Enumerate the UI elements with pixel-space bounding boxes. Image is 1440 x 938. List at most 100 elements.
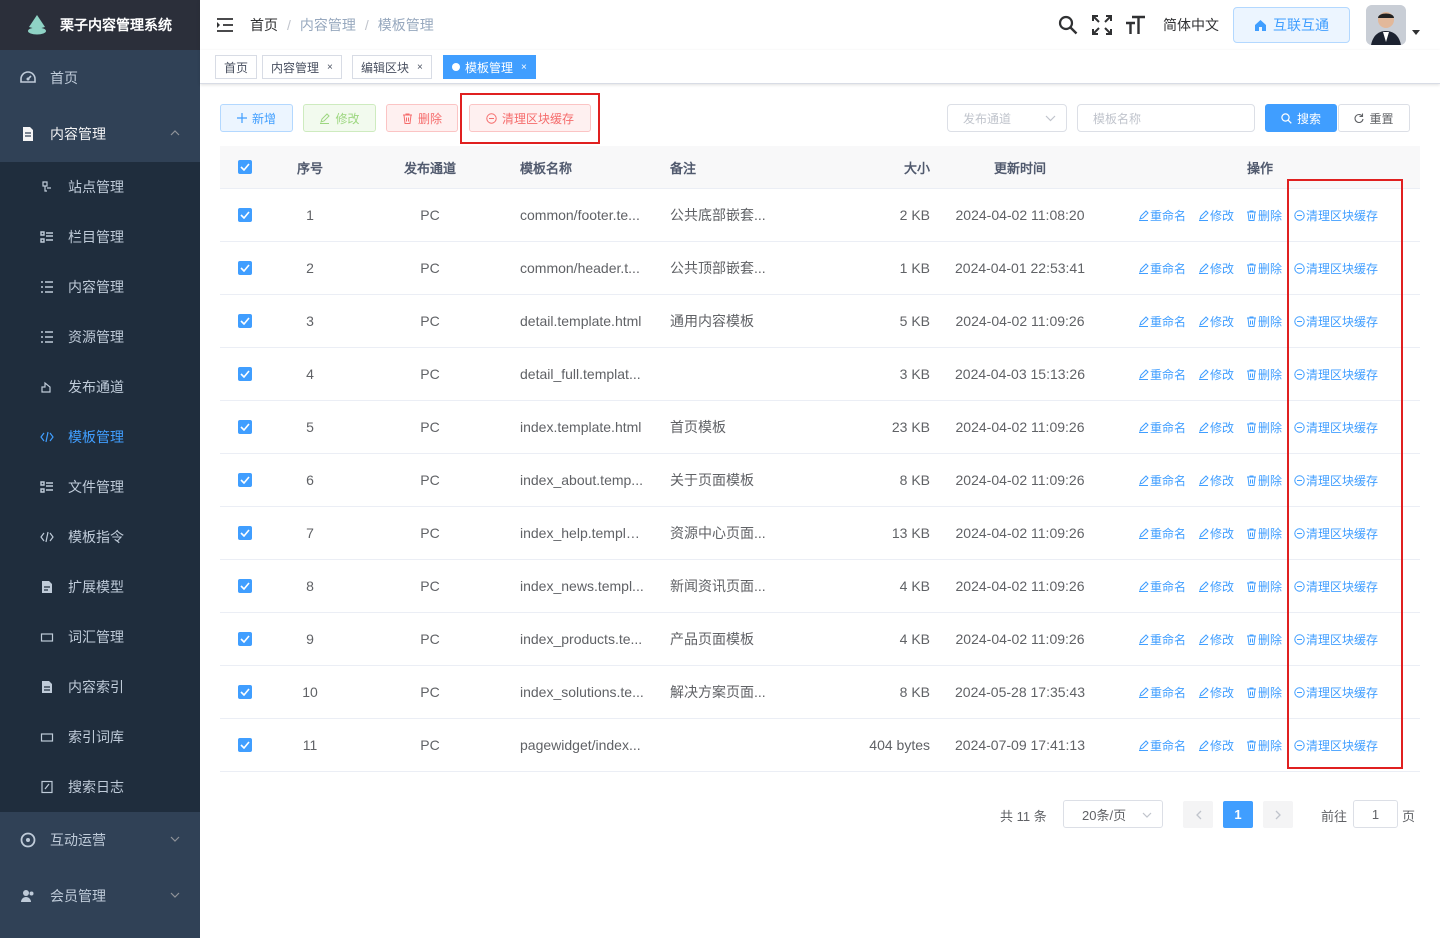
next-page-button[interactable] — [1263, 801, 1293, 828]
delete-row-button[interactable]: 删除 — [1246, 207, 1282, 224]
column-header-size[interactable]: 大小 — [820, 158, 930, 177]
edit-row-button[interactable]: 修改 — [1198, 366, 1234, 383]
sidebar-subitem-model[interactable]: 扩展模型 — [0, 562, 200, 612]
table-row[interactable]: 8 PC index_news.templ... 新闻资讯页面... 4 KB 2024-… — [220, 560, 1420, 613]
sidebar-subitem-dict[interactable]: 索引词库 — [0, 712, 200, 762]
select-all-checkbox[interactable] — [238, 160, 252, 174]
font-size-icon[interactable] — [1125, 14, 1147, 36]
tag-home[interactable]: 首页 — [215, 55, 258, 79]
sidebar-item-home[interactable]: 首页 — [0, 50, 200, 106]
add-button[interactable]: 新增 — [220, 104, 293, 132]
table-row[interactable]: 5 PC index.template.html 首页模板 23 KB 2024-04-0… — [220, 401, 1420, 454]
edit-row-button[interactable]: 修改 — [1198, 525, 1234, 542]
avatar[interactable] — [1366, 5, 1406, 45]
table-row[interactable]: 10 PC index_solutions.te... 解决方案页面... 8 KB 20… — [220, 666, 1420, 719]
rename-button[interactable]: 重命名 — [1138, 313, 1186, 330]
delete-row-button[interactable]: 删除 — [1246, 684, 1282, 701]
hamburger-button[interactable] — [200, 0, 250, 50]
sidebar-item-members[interactable]: 会员管理 — [0, 868, 200, 924]
tag-edit-block[interactable]: 编辑区块 × — [352, 55, 432, 79]
delete-row-button[interactable]: 删除 — [1246, 260, 1282, 277]
edit-row-button[interactable]: 修改 — [1198, 260, 1234, 277]
delete-row-button[interactable]: 删除 — [1246, 472, 1282, 489]
page-number-button[interactable]: 1 — [1223, 801, 1253, 828]
sidebar-item-interaction[interactable]: 互动运营 — [0, 812, 200, 868]
column-header-name[interactable]: 模板名称 — [520, 158, 645, 177]
search-button[interactable]: 搜索 — [1265, 104, 1337, 132]
hulian-button[interactable]: 互联互通 — [1233, 7, 1350, 43]
table-row[interactable]: 3 PC detail.template.html 通用内容模板 5 KB 2024-04… — [220, 295, 1420, 348]
row-checkbox[interactable] — [238, 261, 252, 275]
sidebar-subitem-index[interactable]: 内容索引 — [0, 662, 200, 712]
delete-row-button[interactable]: 删除 — [1246, 313, 1282, 330]
delete-row-button[interactable]: 删除 — [1246, 525, 1282, 542]
sidebar-subitem-directive[interactable]: 模板指令 — [0, 512, 200, 562]
goto-page-input[interactable]: 1 — [1353, 800, 1398, 828]
edit-row-button[interactable]: 修改 — [1198, 419, 1234, 436]
column-header-time[interactable]: 更新时间 — [940, 158, 1100, 177]
close-icon[interactable]: × — [417, 62, 423, 73]
table-row[interactable]: 9 PC index_products.te... 产品页面模板 4 KB 2024-04… — [220, 613, 1420, 666]
sidebar-subitem-catalog[interactable]: 栏目管理 — [0, 212, 200, 262]
edit-button[interactable]: 修改 — [303, 104, 376, 132]
table-row[interactable]: 7 PC index_help.templa... 资源中心页面... 13 KB 202… — [220, 507, 1420, 560]
language-switch[interactable]: 简体中文 — [1163, 15, 1219, 35]
sidebar-subitem-word[interactable]: 词汇管理 — [0, 612, 200, 662]
sidebar-logo[interactable]: 栗子内容管理系统 — [0, 0, 200, 50]
rename-button[interactable]: 重命名 — [1138, 631, 1186, 648]
delete-row-button[interactable]: 删除 — [1246, 419, 1282, 436]
page-size-select[interactable]: 20条/页 — [1063, 800, 1163, 828]
row-checkbox[interactable] — [238, 685, 252, 699]
column-header-channel[interactable]: 发布通道 — [380, 158, 480, 177]
rename-button[interactable]: 重命名 — [1138, 525, 1186, 542]
sidebar-subitem-log[interactable]: 搜索日志 — [0, 762, 200, 812]
search-icon[interactable] — [1057, 14, 1079, 36]
rename-button[interactable]: 重命名 — [1138, 419, 1186, 436]
row-checkbox[interactable] — [238, 314, 252, 328]
breadcrumb-home[interactable]: 首页 — [250, 15, 278, 35]
delete-row-button[interactable]: 删除 — [1246, 366, 1282, 383]
table-row[interactable]: 6 PC index_about.temp... 关于页面模板 8 KB 2024-04-… — [220, 454, 1420, 507]
fullscreen-icon[interactable] — [1091, 14, 1113, 36]
channel-select[interactable]: 发布通道 — [947, 104, 1067, 132]
template-name-input[interactable]: 模板名称 — [1077, 104, 1255, 132]
rename-button[interactable]: 重命名 — [1138, 260, 1186, 277]
sidebar-subitem-publish[interactable]: 发布通道 — [0, 362, 200, 412]
table-row[interactable]: 4 PC detail_full.templat... 3 KB 2024-04-03 … — [220, 348, 1420, 401]
caret-down-icon[interactable] — [1412, 30, 1420, 36]
prev-page-button[interactable] — [1183, 801, 1213, 828]
rename-button[interactable]: 重命名 — [1138, 207, 1186, 224]
edit-row-button[interactable]: 修改 — [1198, 472, 1234, 489]
row-checkbox[interactable] — [238, 367, 252, 381]
tag-template[interactable]: 模板管理 × — [443, 55, 536, 79]
reset-button[interactable]: 重置 — [1338, 104, 1410, 132]
edit-row-button[interactable]: 修改 — [1198, 578, 1234, 595]
delete-row-button[interactable]: 删除 — [1246, 737, 1282, 754]
sidebar-subitem-resource[interactable]: 资源管理 — [0, 312, 200, 362]
row-checkbox[interactable] — [238, 738, 252, 752]
sidebar-subitem-content[interactable]: 内容管理 — [0, 262, 200, 312]
row-checkbox[interactable] — [238, 526, 252, 540]
column-header-note[interactable]: 备注 — [670, 158, 770, 177]
edit-row-button[interactable]: 修改 — [1198, 737, 1234, 754]
close-icon[interactable]: × — [327, 62, 333, 73]
edit-row-button[interactable]: 修改 — [1198, 631, 1234, 648]
rename-button[interactable]: 重命名 — [1138, 366, 1186, 383]
column-header-index[interactable]: 序号 — [280, 158, 340, 177]
row-checkbox[interactable] — [238, 579, 252, 593]
delete-row-button[interactable]: 删除 — [1246, 578, 1282, 595]
close-icon[interactable]: × — [521, 62, 527, 73]
tag-content[interactable]: 内容管理 × — [262, 55, 342, 79]
table-row[interactable]: 1 PC common/footer.te... 公共底部嵌套... 2 KB 2024-… — [220, 189, 1420, 242]
row-checkbox[interactable] — [238, 420, 252, 434]
sidebar-subitem-file[interactable]: 文件管理 — [0, 462, 200, 512]
table-row[interactable]: 2 PC common/header.t... 公共顶部嵌套... 1 KB 2024-0… — [220, 242, 1420, 295]
row-checkbox[interactable] — [238, 632, 252, 646]
row-checkbox[interactable] — [238, 208, 252, 222]
rename-button[interactable]: 重命名 — [1138, 578, 1186, 595]
delete-row-button[interactable]: 删除 — [1246, 631, 1282, 648]
rename-button[interactable]: 重命名 — [1138, 737, 1186, 754]
row-checkbox[interactable] — [238, 473, 252, 487]
edit-row-button[interactable]: 修改 — [1198, 313, 1234, 330]
sidebar-subitem-site[interactable]: 站点管理 — [0, 162, 200, 212]
